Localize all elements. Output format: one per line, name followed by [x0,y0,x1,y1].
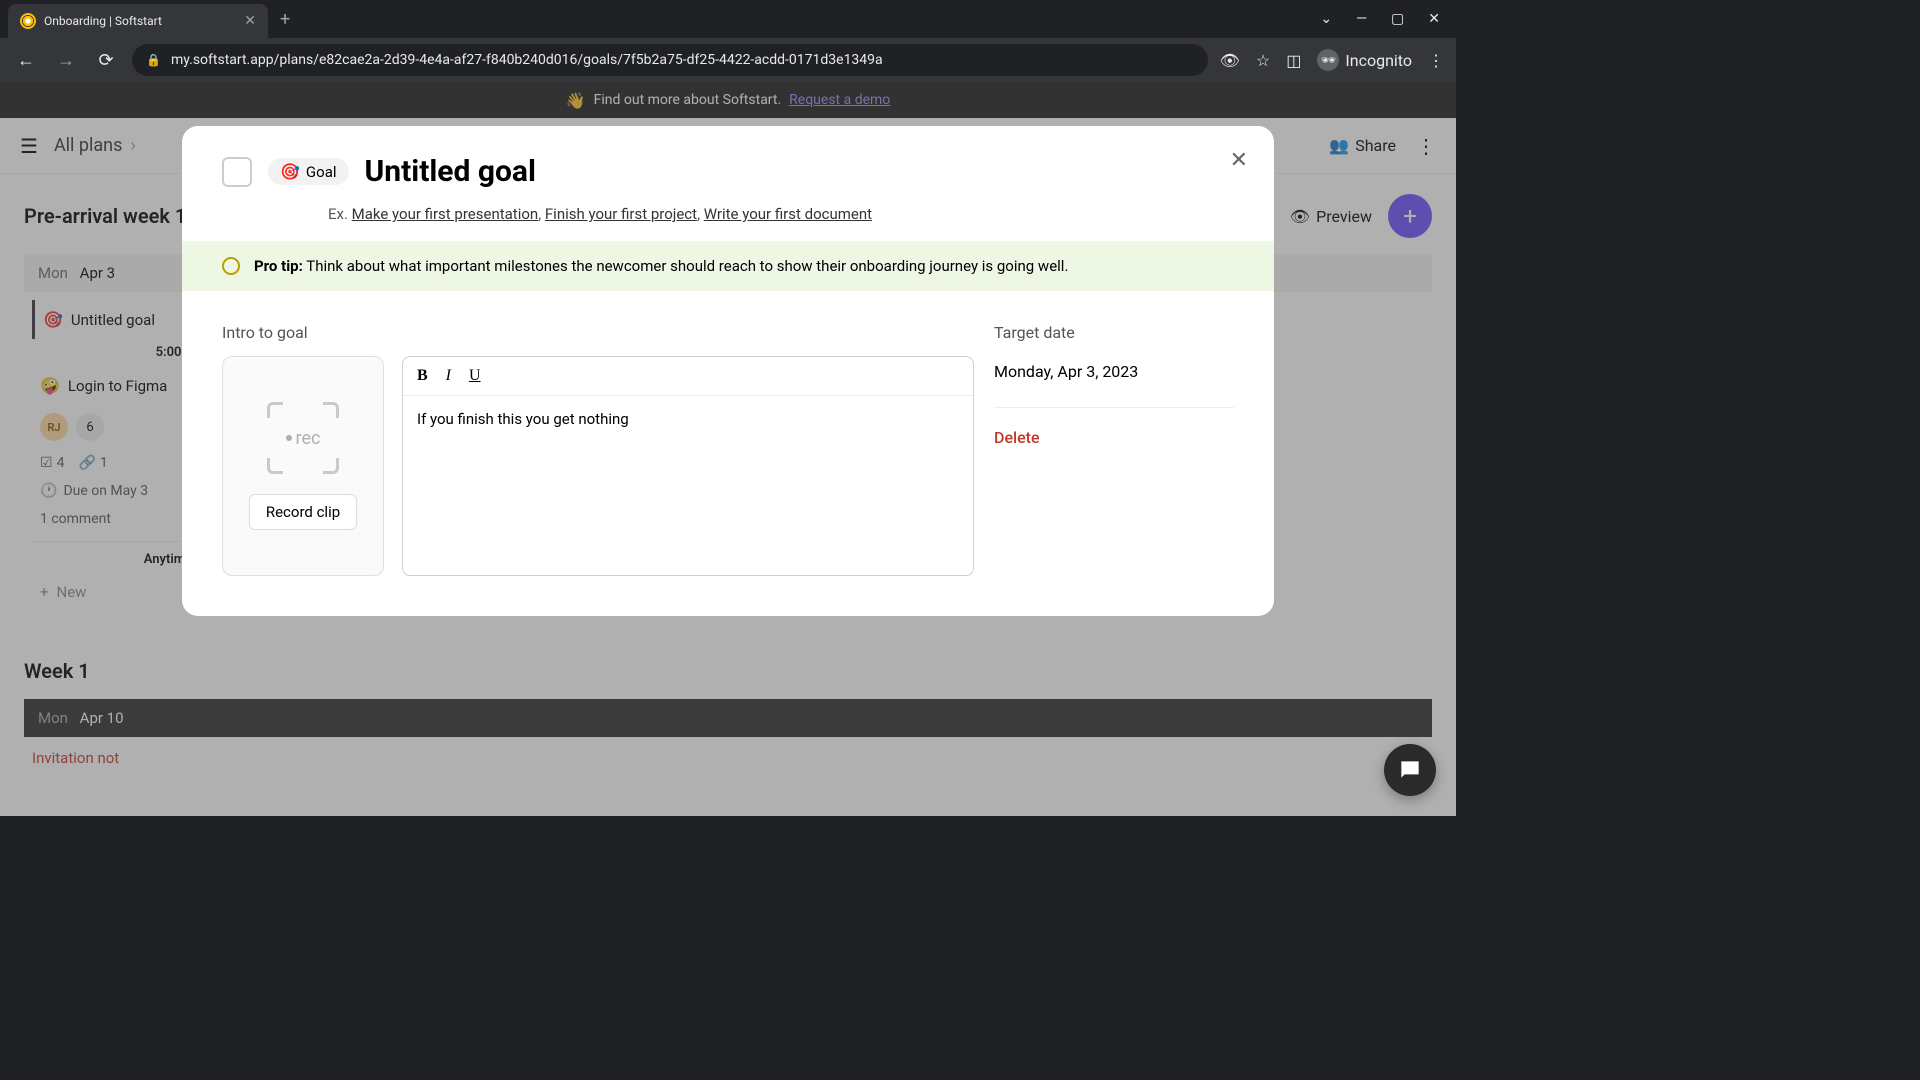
eye-off-icon[interactable]: 👁 [1220,51,1240,70]
goal-modal: ✕ 🎯 Goal Untitled goal Ex. Make your fir… [182,126,1274,616]
examples-row: Ex. Make your first presentation, Finish… [182,205,1274,241]
close-window-icon[interactable]: ✕ [1428,11,1440,27]
example-link-2[interactable]: Finish your first project [545,205,697,223]
editor-content[interactable]: If you finish this you get nothing [403,396,973,575]
tip-circle-icon [222,257,240,275]
italic-button[interactable]: I [446,367,451,385]
chat-icon [1397,757,1423,783]
tab-title: Onboarding | Softstart [44,14,236,28]
incognito-icon: 🕶 [1317,49,1339,71]
browser-tab[interactable]: Onboarding | Softstart ✕ [8,4,268,38]
record-clip-box: rec Record clip [222,356,384,576]
browser-toolbar: ← → ⟳ 🔒 my.softstart.app/plans/e82cae2a-… [0,38,1456,82]
target-date-value[interactable]: Monday, Apr 3, 2023 [994,356,1234,387]
goal-title-input[interactable]: Untitled goal [365,154,536,189]
modal-body: Intro to goal rec Record clip B I [182,291,1274,616]
lock-icon: 🔒 [146,53,161,67]
extensions-icon[interactable]: ◫ [1286,51,1301,70]
bold-button[interactable]: B [417,367,428,385]
browser-tab-strip: Onboarding | Softstart ✕ + ⌄ — ▢ ✕ [0,0,1456,38]
divider [994,407,1234,408]
new-tab-button[interactable]: + [280,9,290,30]
url-text: my.softstart.app/plans/e82cae2a-2d39-4e4… [171,52,883,68]
maximize-icon[interactable]: ▢ [1391,11,1404,27]
example-link-1[interactable]: Make your first presentation [352,205,539,223]
intro-editor: B I U If you finish this you get nothing [402,356,974,576]
modal-header: 🎯 Goal Untitled goal [182,126,1274,205]
target-icon: 🎯 [280,162,300,181]
rec-frame-icon: rec [267,402,339,474]
chevron-down-icon[interactable]: ⌄ [1320,11,1332,27]
delete-button[interactable]: Delete [994,428,1234,447]
example-link-3[interactable]: Write your first document [704,205,872,223]
close-modal-button[interactable]: ✕ [1230,148,1248,173]
underline-button[interactable]: U [469,367,481,385]
help-chat-button[interactable] [1384,744,1436,796]
favicon-icon [20,13,36,29]
goal-checkbox[interactable] [222,157,252,187]
back-button[interactable]: ← [12,50,40,71]
modal-overlay[interactable]: ✕ 🎯 Goal Untitled goal Ex. Make your fir… [0,82,1456,816]
forward-button[interactable]: → [52,50,80,71]
star-icon[interactable]: ☆ [1256,51,1270,70]
tip-text: Think about what important milestones th… [306,257,1068,275]
window-controls: ⌄ — ▢ ✕ [1320,11,1456,27]
address-bar[interactable]: 🔒 my.softstart.app/plans/e82cae2a-2d39-4… [132,44,1208,76]
editor-toolbar: B I U [403,357,973,396]
browser-menu-icon[interactable]: ⋮ [1428,51,1444,70]
target-date-label: Target date [994,323,1234,342]
tip-label: Pro tip: [254,257,303,275]
intro-label: Intro to goal [222,323,974,342]
minimize-icon[interactable]: — [1356,11,1367,27]
reload-button[interactable]: ⟳ [92,50,120,71]
incognito-badge: 🕶 Incognito [1317,49,1412,71]
close-tab-icon[interactable]: ✕ [244,13,256,29]
goal-type-chip: 🎯 Goal [268,158,349,185]
record-clip-button[interactable]: Record clip [249,494,357,530]
pro-tip-bar: Pro tip: Think about what important mile… [182,241,1274,291]
